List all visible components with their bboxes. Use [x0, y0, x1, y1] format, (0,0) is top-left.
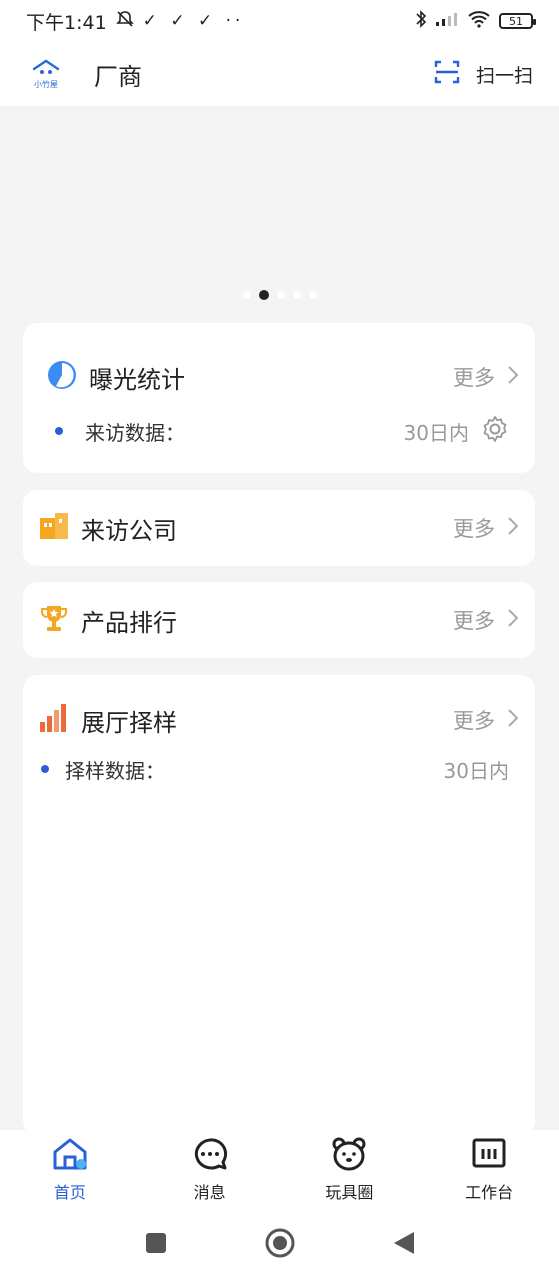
logo-house-icon — [32, 59, 60, 74]
tab-messages-label: 消息 — [193, 1183, 226, 1202]
gear-icon[interactable] — [481, 415, 509, 448]
banner-carousel[interactable] — [0, 106, 559, 312]
visitors-title: 来访公司 — [81, 516, 177, 545]
mute-icon — [115, 9, 135, 34]
chevron-right-icon — [507, 708, 519, 733]
scan-label: 扫一扫 — [475, 64, 533, 87]
bar-chart-icon — [39, 703, 69, 737]
signal-icon — [435, 11, 459, 31]
scan-icon — [434, 59, 460, 90]
range-value: 30日内 — [403, 420, 469, 445]
tab-toy-circle-label: 玩具圈 — [325, 1183, 374, 1202]
more-label: 更多 — [453, 609, 495, 633]
chevron-right-icon — [507, 608, 519, 633]
battery-icon: 51 — [499, 13, 536, 29]
carousel-dot-active[interactable] — [258, 290, 269, 300]
wifi-icon — [467, 10, 491, 32]
exposure-sub-row: 来访数据： 30日内 — [23, 413, 535, 449]
visit-data-label: 来访数据： — [85, 420, 185, 445]
back-button[interactable] — [392, 1230, 416, 1260]
showroom-card: 展厅择样 更多 择样数据： 30日内 — [23, 675, 535, 1135]
showroom-sub-row: 择样数据： 30日内 — [23, 751, 535, 787]
more-label: 更多 — [453, 366, 495, 390]
carousel-dot[interactable] — [292, 291, 301, 299]
logo-text: 小竹屋 — [34, 80, 58, 89]
showroom-title: 展厅择样 — [81, 708, 177, 737]
tab-messages[interactable]: 消息 — [160, 1137, 260, 1203]
building-icon — [39, 512, 69, 544]
chevron-right-icon — [507, 516, 519, 541]
battery-level: 51 — [509, 14, 523, 28]
tab-home-label: 首页 — [53, 1183, 86, 1202]
sample-data-label: 择样数据： — [65, 758, 165, 783]
tab-workbench-label: 工作台 — [465, 1183, 514, 1202]
carousel-dot[interactable] — [276, 291, 285, 299]
bluetooth-icon — [415, 9, 427, 33]
carousel-dots — [0, 290, 559, 300]
home-icon — [52, 1137, 88, 1175]
tab-workbench[interactable]: 工作台 — [439, 1137, 539, 1203]
pie-chart-icon — [47, 360, 77, 394]
system-nav-bar — [0, 1210, 559, 1280]
more-label: 更多 — [453, 517, 495, 541]
showroom-more-link[interactable]: 更多 — [453, 705, 519, 735]
visitors-more-link[interactable]: 更多 — [453, 513, 519, 543]
more-label: 更多 — [453, 709, 495, 733]
visitors-row[interactable]: 来访公司 更多 — [23, 490, 535, 566]
carousel-dot[interactable] — [308, 291, 317, 299]
chevron-right-icon — [507, 365, 519, 390]
recent-apps-button[interactable] — [144, 1231, 168, 1259]
bullet-dot — [41, 765, 49, 773]
app-header: 小竹屋 厂商 扫一扫 — [0, 42, 559, 106]
trophy-icon — [39, 603, 69, 637]
app-logo: 小竹屋 — [26, 54, 66, 94]
chat-bubble-icon — [192, 1137, 228, 1175]
scan-button[interactable]: 扫一扫 — [434, 59, 533, 90]
visitors-card[interactable]: 来访公司 更多 — [23, 490, 535, 566]
exposure-title: 曝光统计 — [89, 365, 185, 394]
status-time: 下午1:41 — [26, 11, 107, 34]
carousel-dot[interactable] — [242, 291, 251, 299]
ranking-more-link[interactable]: 更多 — [453, 605, 519, 635]
notification-icons: ✓ ✓ ✓ ·· — [142, 11, 245, 31]
bullet-dot — [55, 427, 63, 435]
home-button[interactable] — [264, 1227, 296, 1263]
ranking-title: 产品排行 — [81, 608, 177, 637]
exposure-more-link[interactable]: 更多 — [453, 362, 519, 392]
tab-home[interactable]: 首页 — [20, 1137, 120, 1203]
tab-toy-circle[interactable]: 玩具圈 — [299, 1137, 399, 1203]
ranking-row[interactable]: 产品排行 更多 — [23, 582, 535, 658]
status-bar: 下午1:41 ✓ ✓ ✓ ·· 51 — [0, 0, 559, 42]
bear-icon — [331, 1137, 367, 1175]
exposure-card: 曝光统计 更多 来访数据： 30日内 — [23, 323, 535, 473]
bottom-tab-bar: 首页 消息 玩具圈 工作台 — [0, 1130, 559, 1210]
ranking-card[interactable]: 产品排行 更多 — [23, 582, 535, 658]
page-title: 厂商 — [94, 62, 142, 91]
range-value: 30日内 — [443, 758, 509, 783]
workbench-icon — [471, 1137, 507, 1175]
